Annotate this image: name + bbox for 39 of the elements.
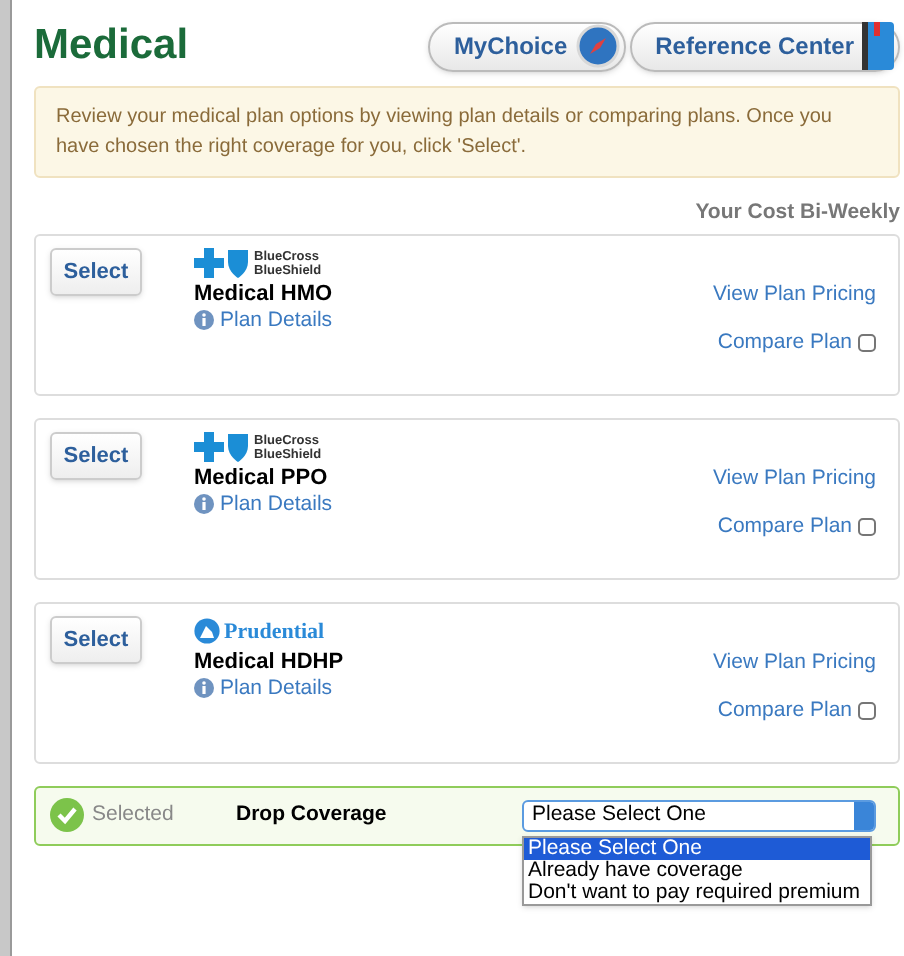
plan-name: Medical HMO	[194, 279, 333, 308]
compare-label: Compare Plan	[717, 695, 852, 725]
rock-logo-icon	[194, 618, 220, 645]
info-icon	[194, 310, 214, 331]
compare-label: Compare Plan	[717, 511, 852, 541]
check-circle-icon	[50, 798, 84, 833]
compare-checkbox[interactable]	[858, 517, 876, 536]
carrier-name: Prudential	[224, 617, 325, 647]
dropdown-option[interactable]: Already have coverage	[524, 859, 870, 882]
view-pricing-link[interactable]: View Plan Pricing	[712, 279, 876, 311]
mychoice-button[interactable]: MyChoice	[427, 21, 626, 71]
drop-coverage-label: Drop Coverage	[236, 799, 387, 830]
compare-checkbox[interactable]	[858, 333, 876, 352]
status-label: Selected	[92, 799, 176, 830]
dropdown-option[interactable]: Please Select One	[524, 837, 870, 860]
info-icon	[194, 494, 214, 515]
reference-center-button[interactable]: Reference Center	[629, 21, 900, 71]
dropdown-option[interactable]: Don't want to pay required premium	[524, 881, 870, 904]
select-button[interactable]: Select	[50, 615, 142, 664]
info-icon	[194, 678, 214, 699]
view-pricing-link[interactable]: View Plan Pricing	[712, 647, 876, 679]
compare-checkbox[interactable]	[858, 701, 876, 720]
compass-icon	[575, 24, 620, 68]
view-pricing-link[interactable]: View Plan Pricing	[712, 463, 876, 495]
plan-name: Medical PPO	[194, 463, 330, 492]
plan-name: Medical HDHP	[194, 647, 344, 676]
cross-shield-icon	[194, 431, 250, 464]
book-icon	[862, 22, 894, 70]
coverage-dropdown[interactable]: Please Select One	[522, 799, 876, 832]
cross-shield-icon	[194, 247, 250, 280]
compare-label: Compare Plan	[717, 327, 852, 357]
page-title: Medical	[34, 20, 189, 73]
select-button[interactable]: Select	[50, 247, 142, 296]
plan-details-link[interactable]: Plan Details	[194, 307, 333, 334]
select-button[interactable]: Select	[50, 431, 142, 480]
instructions-text: Review your medical plan options by viewing plan details or comparing plans. Once you have chosen the right coverage for you, click 'Select'.	[34, 86, 900, 178]
plan-details-link[interactable]: Plan Details	[194, 675, 344, 702]
cost-heading: Your Cost Bi-Weekly	[693, 198, 900, 228]
plan-details-link[interactable]: Plan Details	[194, 491, 333, 518]
